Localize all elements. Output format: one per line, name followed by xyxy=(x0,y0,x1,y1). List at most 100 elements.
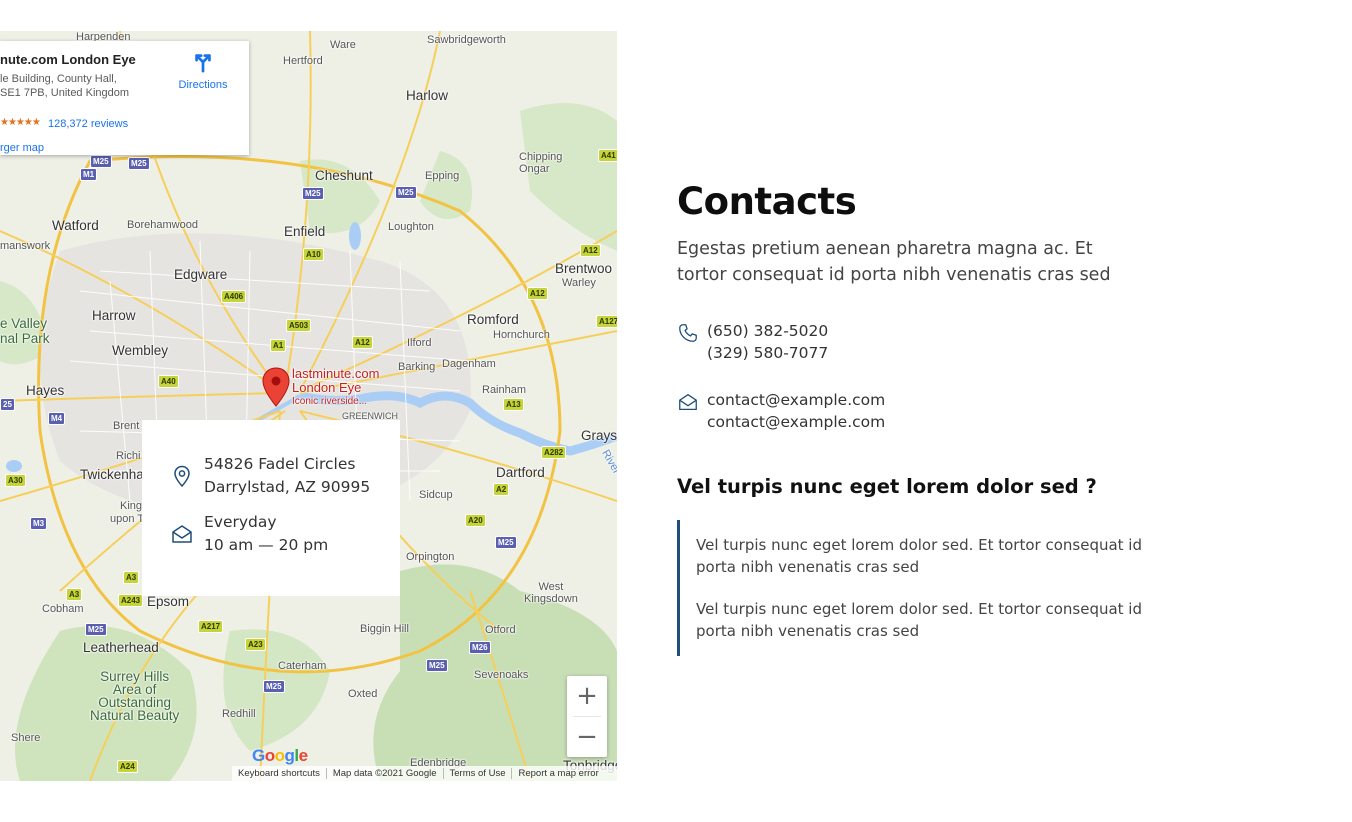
open-envelope-icon xyxy=(679,394,697,410)
place-chipping-ongar: Chipping Ongar xyxy=(519,151,563,175)
place-shere: Shere xyxy=(11,732,41,744)
place-brent: Brent xyxy=(113,420,140,432)
road-shield: A12 xyxy=(580,244,601,257)
keyboard-shortcuts-link[interactable]: Keyboard shortcuts xyxy=(232,768,327,779)
place-info-card: nute.com London Eye le Building, County … xyxy=(0,41,249,155)
road-shield: A10 xyxy=(303,248,324,261)
directions-icon xyxy=(195,54,211,73)
road-shield: M25 xyxy=(395,186,417,199)
marker-name-line: lastminute.com xyxy=(292,366,380,381)
place-otford: Otford xyxy=(485,624,516,636)
road-shield: A243 xyxy=(118,594,144,607)
place-rickmansworth: manswork xyxy=(0,240,51,252)
road-shield: M4 xyxy=(48,412,66,425)
place-grays: Grays xyxy=(581,428,617,443)
phone-number[interactable]: (650) 382-5020 xyxy=(707,320,828,342)
report-error-link[interactable]: Report a map error xyxy=(512,768,604,779)
email-row: contact@example.com contact@example.com xyxy=(677,389,1197,433)
email-link[interactable]: contact@example.com xyxy=(707,389,885,411)
place-upon-t: upon T xyxy=(110,513,145,525)
place-watford: Watford xyxy=(52,218,99,233)
phone-number[interactable]: (329) 580-7077 xyxy=(707,342,828,364)
road-shield: A1 xyxy=(270,339,287,352)
directions-label: Directions xyxy=(178,79,228,91)
marker-name-line: London Eye xyxy=(292,380,362,395)
zoom-out-button[interactable]: − xyxy=(567,717,607,757)
road-shield: A3 xyxy=(123,571,140,584)
place-rainham: Rainham xyxy=(482,384,527,396)
place-address-line: le Building, County Hall, xyxy=(0,73,117,85)
address-row: 54826 Fadel Circles Darrylstad, AZ 90995 xyxy=(170,453,370,499)
road-shield: A217 xyxy=(198,620,224,633)
place-dagenham: Dagenham xyxy=(442,358,496,370)
phone-icon xyxy=(679,324,697,342)
rating-stars-icon: ★★★★★ xyxy=(0,117,41,128)
place-address-line: SE1 7PB, United Kingdom xyxy=(0,87,130,99)
reviews-link[interactable]: 128,372 reviews xyxy=(48,118,128,130)
place-redhill: Redhill xyxy=(222,708,256,720)
hours-text: Everyday 10 am — 20 pm xyxy=(204,511,328,557)
place-twickenham: Twickenha xyxy=(80,467,144,482)
map-embed[interactable]: Harpenden Ware Sawbridgeworth Hertford H… xyxy=(0,31,617,781)
road-shield: A40 xyxy=(158,375,179,388)
phone-list: (650) 382-5020 (329) 580-7077 xyxy=(707,320,828,364)
marker-label[interactable]: lastminute.com London Eye Iconic riversi… xyxy=(292,367,379,409)
road-shield: A503 xyxy=(286,319,312,332)
road-shield: M25 xyxy=(426,659,448,672)
road-shield: A24 xyxy=(117,760,138,773)
faq-paragraph: Vel turpis nunc eget lorem dolor sed. Et… xyxy=(696,600,1143,640)
road-shield: A12 xyxy=(527,287,548,300)
road-shield: A2 xyxy=(493,483,510,496)
terms-link[interactable]: Terms of Use xyxy=(444,768,513,779)
road-shield: M25 xyxy=(495,536,517,549)
road-shield: A13 xyxy=(503,398,524,411)
road-shield: A41 xyxy=(598,149,617,162)
road-shield: M25 xyxy=(85,623,107,636)
larger-map-link[interactable]: rger map xyxy=(0,142,44,154)
place-warley: Warley xyxy=(562,277,596,289)
place-hayes: Hayes xyxy=(26,383,65,398)
road-shield: M1 xyxy=(80,168,98,181)
place-barking: Barking xyxy=(398,361,436,373)
road-shield: A3 xyxy=(66,588,83,601)
place-hertford: Hertford xyxy=(283,55,323,67)
address-card: 54826 Fadel Circles Darrylstad, AZ 90995… xyxy=(142,420,400,596)
road-shield: M25 xyxy=(263,680,285,693)
contacts-section: Contacts Egestas pretium aenean pharetra… xyxy=(677,180,1197,656)
map-attribution-bar: Keyboard shortcuts Map data ©2021 Google… xyxy=(232,766,617,781)
faq-paragraph: Vel turpis nunc eget lorem dolor sed. Et… xyxy=(696,536,1143,576)
place-loughton: Loughton xyxy=(388,221,434,233)
hours-row: Everyday 10 am — 20 pm xyxy=(170,511,328,557)
zoom-in-button[interactable]: + xyxy=(567,676,607,716)
place-cheshunt: Cheshunt xyxy=(315,168,373,183)
place-oxted: Oxted xyxy=(348,688,378,700)
map-marker-icon[interactable] xyxy=(262,367,290,411)
road-shield: M26 xyxy=(469,641,491,654)
place-harrow: Harrow xyxy=(92,308,136,323)
place-ilford: Ilford xyxy=(407,337,432,349)
hours-line1: Everyday xyxy=(204,513,277,531)
place-kingston: King xyxy=(120,500,143,512)
faq-heading: Vel turpis nunc eget lorem dolor sed ? xyxy=(677,475,1097,498)
road-shield: A30 xyxy=(5,474,26,487)
address-line1: 54826 Fadel Circles xyxy=(204,455,356,473)
open-envelope-icon xyxy=(172,525,192,543)
address-text: 54826 Fadel Circles Darrylstad, AZ 90995 xyxy=(204,453,370,499)
hours-line2: 10 am — 20 pm xyxy=(204,536,329,554)
place-borehamwood: Borehamwood xyxy=(127,219,198,231)
zoom-controls: + − xyxy=(567,676,607,757)
intro-text: Egestas pretium aenean pharetra magna ac… xyxy=(677,239,1111,285)
marker-subtitle: Iconic riverside... xyxy=(292,396,368,407)
road-shield: M3 xyxy=(30,517,48,530)
place-address: le Building, County Hall, SE1 7PB, Unite… xyxy=(0,72,129,100)
place-orpington: Orpington xyxy=(406,551,455,563)
place-cobham: Cobham xyxy=(42,603,84,615)
road-shield: A282 xyxy=(541,446,567,459)
place-epsom: Epsom xyxy=(147,594,190,609)
road-shield: M25 xyxy=(128,157,150,170)
place-edgware: Edgware xyxy=(174,267,228,282)
email-link[interactable]: contact@example.com xyxy=(707,411,885,433)
road-shield: A12 xyxy=(352,336,373,349)
directions-button[interactable]: Directions xyxy=(168,51,238,91)
road-shield: M25 xyxy=(90,155,112,168)
